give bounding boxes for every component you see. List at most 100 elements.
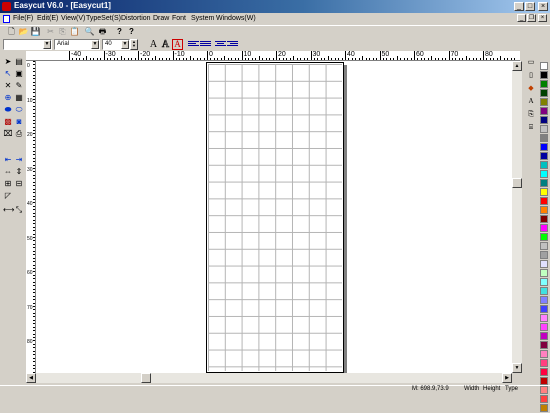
font-outline-button[interactable]: A (160, 39, 171, 51)
maximize-button[interactable]: □ (525, 2, 535, 11)
scroll-down-icon[interactable]: ▼ (512, 363, 522, 373)
color-swatch[interactable] (540, 161, 548, 169)
align-justify-icon[interactable] (200, 40, 211, 49)
image-icon[interactable]: ▣ (14, 69, 24, 78)
outline-icon[interactable]: ◙ (14, 117, 24, 126)
close-button[interactable]: × (538, 2, 548, 11)
size-stepper[interactable]: ▲ ▼ (130, 39, 138, 50)
drawing-canvas[interactable] (36, 61, 512, 373)
color-swatch[interactable] (540, 206, 548, 214)
font-select[interactable]: Arial ▼ (54, 39, 100, 50)
align-objects-icon[interactable]: ⇤ (3, 155, 13, 164)
print-icon[interactable]: 🖶 (97, 27, 108, 37)
vertical-scrollbar[interactable]: ▲ ▼ (512, 61, 522, 373)
color-swatch[interactable] (540, 332, 548, 340)
page-setup-icon[interactable]: ⎘ (526, 110, 536, 119)
new-icon[interactable]: 🗋 (6, 27, 17, 37)
menu-typeset[interactable]: TypeSet(S) (86, 15, 121, 22)
color-swatch[interactable] (540, 125, 548, 133)
menu-windows[interactable]: Windows(W) (216, 15, 256, 22)
weld-icon[interactable]: ◸ (3, 191, 13, 200)
text-frame-icon[interactable]: ▤ (14, 57, 24, 66)
color-swatch[interactable] (540, 80, 548, 88)
color-menu-icon[interactable]: ▭ (526, 58, 536, 67)
menu-view[interactable]: View(V) (61, 15, 85, 22)
menu-system[interactable]: System (191, 15, 214, 22)
align-left-icon[interactable] (188, 40, 199, 49)
color-swatch[interactable] (540, 269, 548, 277)
style-select[interactable]: ▼ (3, 39, 52, 50)
color-swatch[interactable] (540, 305, 548, 313)
menu-file[interactable]: File(F) (13, 15, 33, 22)
node-edit-icon[interactable]: ↖ (3, 69, 13, 78)
align-right-icon[interactable] (227, 40, 238, 49)
mirror-v-icon[interactable]: ⇕ (14, 167, 24, 176)
color-swatch[interactable] (540, 152, 548, 160)
open-icon[interactable]: 📂 (18, 27, 29, 37)
doc-minimize-button[interactable]: _ (517, 14, 526, 22)
align-center-icon[interactable] (215, 40, 226, 49)
scroll-right-icon[interactable]: ▶ (502, 373, 512, 383)
color-swatch[interactable] (540, 188, 548, 196)
copy-icon[interactable]: ⎘ (57, 27, 68, 37)
chevron-down-icon[interactable]: ▼ (91, 40, 99, 49)
doc-close-button[interactable]: × (538, 14, 547, 22)
scroll-left-icon[interactable]: ◀ (26, 373, 36, 383)
preview-icon[interactable]: 🔍 (84, 27, 95, 37)
color-swatch[interactable] (540, 242, 548, 250)
color-swatch[interactable] (540, 107, 548, 115)
color-swatch[interactable] (540, 287, 548, 295)
color-swatch[interactable] (540, 179, 548, 187)
color-swatch[interactable] (540, 350, 548, 358)
context-help-icon[interactable]: ? (126, 27, 137, 37)
save-icon[interactable]: 💾 (30, 27, 41, 37)
color-swatch[interactable] (540, 134, 548, 142)
color-swatch[interactable] (540, 89, 548, 97)
transform-icon[interactable]: ✕ (3, 81, 13, 90)
cutter-icon[interactable]: ⌧ (3, 129, 13, 138)
color-swatch[interactable] (540, 368, 548, 376)
group-icon[interactable]: ⊞ (3, 179, 13, 188)
ellipse-icon[interactable]: ⬬ (3, 105, 13, 114)
font-boxed-button[interactable]: A (172, 39, 183, 50)
menu-font[interactable]: Font (172, 15, 186, 22)
rectangle-icon[interactable]: ⬭ (14, 105, 24, 114)
fill-icon[interactable]: ▩ (3, 117, 13, 126)
page[interactable] (206, 62, 344, 373)
fit-page-icon[interactable]: ⤡ (14, 205, 24, 214)
zoom-icon[interactable]: ⊕ (3, 93, 13, 102)
distribute-icon[interactable]: ⇥ (14, 155, 24, 164)
color-swatch[interactable] (540, 260, 548, 268)
color-swatch[interactable] (540, 98, 548, 106)
menu-distortion[interactable]: Distortion (121, 15, 151, 22)
menu-edit[interactable]: Edit(E) (37, 15, 58, 22)
no-color-icon[interactable]: ▯ (526, 71, 536, 80)
ungroup-icon[interactable]: ⊟ (14, 179, 24, 188)
select-arrow-icon[interactable]: ➤ (3, 57, 13, 66)
chevron-down-icon[interactable]: ▼ (43, 40, 51, 49)
cut-settings-icon[interactable]: ⌸ (526, 123, 536, 132)
app-icon[interactable] (2, 2, 11, 11)
color-swatch[interactable] (540, 143, 548, 151)
color-swatch[interactable] (540, 116, 548, 124)
color-swatch[interactable] (540, 323, 548, 331)
help-icon[interactable]: ? (114, 27, 125, 37)
vertical-scroll-thumb[interactable] (512, 178, 522, 188)
color-swatch[interactable] (540, 395, 548, 403)
fill-bucket-icon[interactable]: ◆ (526, 84, 536, 93)
color-swatch[interactable] (540, 314, 548, 322)
menu-draw[interactable]: Draw (153, 15, 169, 22)
grid-icon[interactable]: ▦ (14, 93, 24, 102)
color-swatch[interactable] (540, 197, 548, 205)
size-select[interactable]: 40 ▼ (102, 39, 130, 50)
font-normal-button[interactable]: A (148, 39, 159, 50)
pen-icon[interactable]: ✎ (14, 81, 24, 90)
minimize-button[interactable]: _ (514, 2, 524, 11)
scroll-up-icon[interactable]: ▲ (512, 61, 522, 71)
title-bar[interactable]: Easycut V6.0 - [Easycut1] _ □ × (0, 0, 550, 13)
color-swatch[interactable] (540, 251, 548, 259)
paste-icon[interactable]: 📋 (69, 27, 80, 37)
color-swatch[interactable] (540, 296, 548, 304)
color-swatch[interactable] (540, 377, 548, 385)
color-swatch[interactable] (540, 341, 548, 349)
